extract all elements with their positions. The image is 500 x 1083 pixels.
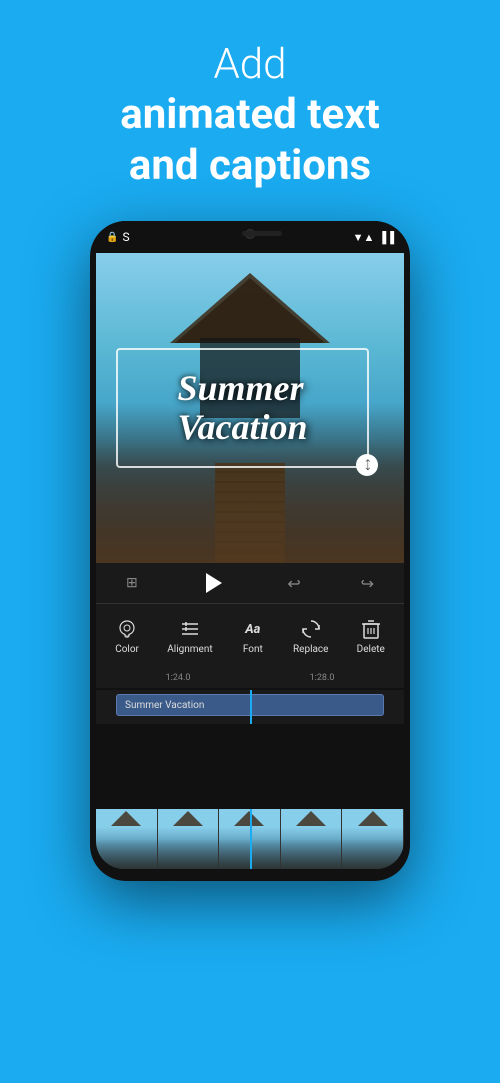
thumb-gazebo-4	[296, 811, 326, 826]
undo-button[interactable]: ↩	[287, 574, 300, 593]
grid-icon[interactable]: ⊞	[126, 575, 138, 591]
phone-screen: SummerVacation ⤡ ⊞ ↩ ↪	[96, 253, 404, 869]
tool-font[interactable]: Aa Font	[241, 617, 265, 655]
status-right: ▼▲ ▐▐	[353, 231, 394, 244]
tool-replace[interactable]: Replace	[293, 617, 329, 655]
tool-delete[interactable]: Delete	[357, 617, 385, 655]
color-icon	[115, 617, 139, 641]
alignment-icon	[178, 617, 202, 641]
thumb-gazebo-5	[358, 811, 388, 826]
caption-text: SummerVacation	[177, 369, 307, 448]
redo-button[interactable]: ↪	[361, 574, 374, 593]
header-line3-normal: and	[129, 141, 209, 190]
status-left: 🔒 S	[106, 230, 130, 244]
text-overlay-box[interactable]: SummerVacation	[116, 348, 369, 468]
gazebo-roof-dark	[175, 278, 325, 343]
lock-icon: 🔒	[106, 232, 118, 243]
header-line1: Add	[120, 40, 379, 90]
thumb-cell-2	[158, 809, 220, 869]
alignment-label: Alignment	[167, 644, 212, 655]
font-icon: Aa	[241, 617, 265, 641]
ruler-mark-1: 1:24.0	[166, 673, 191, 683]
header-line3-bold: captions	[209, 141, 371, 190]
font-label: Font	[243, 644, 263, 655]
signal-icon: ▼▲	[353, 231, 375, 244]
thumb-gazebo-1	[111, 811, 141, 826]
tool-alignment[interactable]: Alignment	[167, 617, 212, 655]
replace-icon	[299, 617, 323, 641]
caption-track-label: Summer Vacation	[125, 700, 204, 711]
thumb-cell-4	[281, 809, 343, 869]
ruler-mark-2: 1:28.0	[310, 673, 335, 683]
thumb-cell-1	[96, 809, 158, 869]
thumbnail-playhead	[250, 809, 252, 869]
timeline-area: 1:24.0 1:28.0 Summer Vacation	[96, 668, 404, 869]
tool-color[interactable]: Color	[115, 617, 139, 655]
header-section: Add animated text and captions	[100, 0, 399, 211]
play-triangle	[206, 573, 222, 593]
delete-icon	[359, 617, 383, 641]
phone-body: 🔒 S ▼▲ ▐▐	[90, 221, 410, 881]
resize-handle[interactable]: ⤡	[356, 454, 378, 476]
video-area: SummerVacation ⤡	[96, 253, 404, 563]
header-line3: and captions	[120, 141, 379, 191]
speaker-bar	[242, 231, 282, 236]
video-thumbnail-strip	[96, 809, 404, 869]
caption-track-row: Summer Vacation	[96, 690, 404, 724]
play-button[interactable]	[198, 568, 228, 598]
resize-icon: ⤡	[359, 457, 375, 473]
status-bar: 🔒 S ▼▲ ▐▐	[90, 221, 410, 253]
ruler-marks: 1:24.0 1:28.0	[106, 673, 394, 683]
thumb-cell-5	[342, 809, 404, 869]
tools-bar: Color Alignment Aa	[96, 603, 404, 668]
color-label: Color	[115, 644, 139, 655]
sync-icon: S	[122, 230, 129, 244]
replace-label: Replace	[293, 644, 329, 655]
timeline-ruler: 1:24.0 1:28.0	[96, 668, 404, 688]
thumb-gazebo-2	[173, 811, 203, 826]
header-line2: animated text	[120, 90, 379, 140]
phone-mockup: 🔒 S ▼▲ ▐▐	[90, 221, 410, 881]
battery-icon: ▐▐	[378, 231, 394, 244]
timeline-playhead	[250, 690, 252, 724]
delete-label: Delete	[357, 644, 385, 655]
playback-controls: ⊞ ↩ ↪	[96, 563, 404, 603]
